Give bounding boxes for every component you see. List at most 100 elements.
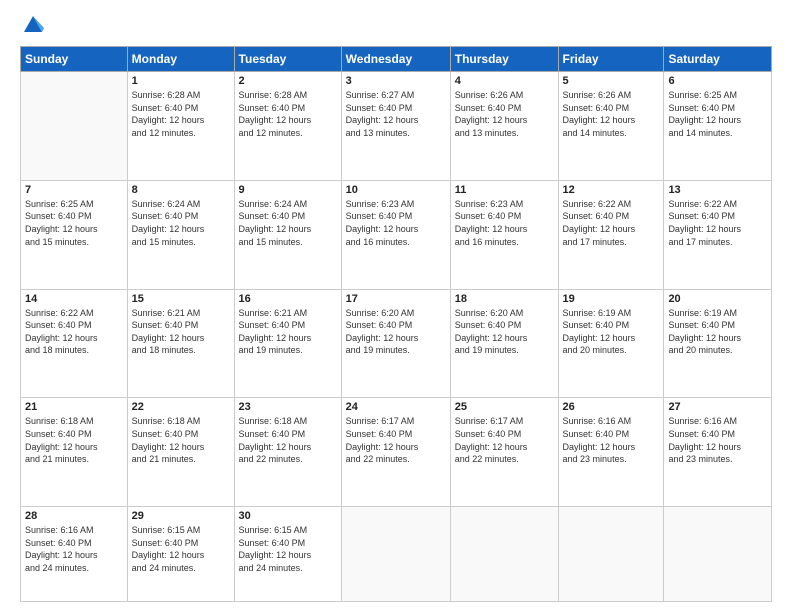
day-cell: 4 Sunrise: 6:26 AM Sunset: 6:40 PM Daylig… (450, 72, 558, 181)
day-info: Sunrise: 6:19 AM Sunset: 6:40 PM Dayligh… (563, 307, 660, 357)
day-info: Sunrise: 6:17 AM Sunset: 6:40 PM Dayligh… (346, 415, 446, 465)
day-cell (21, 72, 128, 181)
day-info: Sunrise: 6:15 AM Sunset: 6:40 PM Dayligh… (239, 524, 337, 574)
day-number: 20 (668, 293, 767, 305)
day-number: 11 (455, 184, 554, 196)
day-info: Sunrise: 6:15 AM Sunset: 6:40 PM Dayligh… (132, 524, 230, 574)
day-number: 16 (239, 293, 337, 305)
day-cell: 26 Sunrise: 6:16 AM Sunset: 6:40 PM Dayli… (558, 398, 664, 507)
day-info: Sunrise: 6:26 AM Sunset: 6:40 PM Dayligh… (563, 89, 660, 139)
day-cell: 18Sunrise: 6:20 AM Sunset: 6:40 PM Dayli… (450, 289, 558, 398)
day-cell: 23 Sunrise: 6:18 AM Sunset: 6:40 PM Dayli… (234, 398, 341, 507)
day-cell: 21Sunrise: 6:18 AM Sunset: 6:40 PM Dayli… (21, 398, 128, 507)
day-number: 28 (25, 510, 123, 522)
day-number: 17 (346, 293, 446, 305)
col-header-sunday: Sunday (21, 47, 128, 72)
day-info: Sunrise: 6:21 AM Sunset: 6:40 PM Dayligh… (239, 307, 337, 357)
day-number: 29 (132, 510, 230, 522)
day-cell: 5 Sunrise: 6:26 AM Sunset: 6:40 PM Daylig… (558, 72, 664, 181)
day-info: Sunrise: 6:25 AM Sunset: 6:40 PM Dayligh… (25, 198, 123, 248)
week-row-3: 14Sunrise: 6:22 AM Sunset: 6:40 PM Dayli… (21, 289, 772, 398)
day-cell: 1 Sunrise: 6:28 AM Sunset: 6:40 PM Daylig… (127, 72, 234, 181)
day-number: 9 (239, 184, 337, 196)
week-row-4: 21Sunrise: 6:18 AM Sunset: 6:40 PM Dayli… (21, 398, 772, 507)
day-number: 1 (132, 75, 230, 87)
day-cell: 8 Sunrise: 6:24 AM Sunset: 6:40 PM Daylig… (127, 180, 234, 289)
day-info: Sunrise: 6:22 AM Sunset: 6:40 PM Dayligh… (668, 198, 767, 248)
day-info: Sunrise: 6:23 AM Sunset: 6:40 PM Dayligh… (346, 198, 446, 248)
col-header-monday: Monday (127, 47, 234, 72)
day-number: 10 (346, 184, 446, 196)
day-cell: 28 Sunrise: 6:16 AM Sunset: 6:40 PM Dayli… (21, 507, 128, 602)
day-info: Sunrise: 6:18 AM Sunset: 6:40 PM Dayligh… (239, 415, 337, 465)
day-info: Sunrise: 6:16 AM Sunset: 6:40 PM Dayligh… (668, 415, 767, 465)
day-cell: 25 Sunrise: 6:17 AM Sunset: 6:40 PM Dayli… (450, 398, 558, 507)
col-header-saturday: Saturday (664, 47, 772, 72)
day-info: Sunrise: 6:26 AM Sunset: 6:40 PM Dayligh… (455, 89, 554, 139)
day-number: 23 (239, 401, 337, 413)
logo (20, 18, 44, 36)
day-cell: 9 Sunrise: 6:24 AM Sunset: 6:40 PM Daylig… (234, 180, 341, 289)
day-info: Sunrise: 6:22 AM Sunset: 6:40 PM Dayligh… (25, 307, 123, 357)
logo-icon (22, 14, 44, 36)
day-info: Sunrise: 6:23 AM Sunset: 6:40 PM Dayligh… (455, 198, 554, 248)
day-number: 26 (563, 401, 660, 413)
day-cell: 10 Sunrise: 6:23 AM Sunset: 6:40 PM Dayli… (341, 180, 450, 289)
day-info: Sunrise: 6:16 AM Sunset: 6:40 PM Dayligh… (25, 524, 123, 574)
day-info: Sunrise: 6:28 AM Sunset: 6:40 PM Dayligh… (239, 89, 337, 139)
week-row-2: 7 Sunrise: 6:25 AM Sunset: 6:40 PM Daylig… (21, 180, 772, 289)
day-cell: 29 Sunrise: 6:15 AM Sunset: 6:40 PM Dayli… (127, 507, 234, 602)
day-number: 12 (563, 184, 660, 196)
day-number: 7 (25, 184, 123, 196)
col-header-tuesday: Tuesday (234, 47, 341, 72)
day-info: Sunrise: 6:20 AM Sunset: 6:40 PM Dayligh… (346, 307, 446, 357)
day-info: Sunrise: 6:25 AM Sunset: 6:40 PM Dayligh… (668, 89, 767, 139)
page: SundayMondayTuesdayWednesdayThursdayFrid… (0, 0, 792, 612)
day-number: 25 (455, 401, 554, 413)
day-cell: 17 Sunrise: 6:20 AM Sunset: 6:40 PM Dayli… (341, 289, 450, 398)
header (20, 18, 772, 36)
day-info: Sunrise: 6:22 AM Sunset: 6:40 PM Dayligh… (563, 198, 660, 248)
day-info: Sunrise: 6:24 AM Sunset: 6:40 PM Dayligh… (239, 198, 337, 248)
day-number: 4 (455, 75, 554, 87)
day-cell: 15 Sunrise: 6:21 AM Sunset: 6:40 PM Dayli… (127, 289, 234, 398)
day-cell: 7 Sunrise: 6:25 AM Sunset: 6:40 PM Daylig… (21, 180, 128, 289)
day-info: Sunrise: 6:16 AM Sunset: 6:40 PM Dayligh… (563, 415, 660, 465)
day-cell: 24 Sunrise: 6:17 AM Sunset: 6:40 PM Dayli… (341, 398, 450, 507)
day-cell (558, 507, 664, 602)
day-cell: 20 Sunrise: 6:19 AM Sunset: 6:40 PM Dayli… (664, 289, 772, 398)
day-number: 22 (132, 401, 230, 413)
day-number: 5 (563, 75, 660, 87)
week-row-5: 28 Sunrise: 6:16 AM Sunset: 6:40 PM Dayli… (21, 507, 772, 602)
day-info: Sunrise: 6:27 AM Sunset: 6:40 PM Dayligh… (346, 89, 446, 139)
day-number: 15 (132, 293, 230, 305)
day-info: Sunrise: 6:28 AM Sunset: 6:40 PM Dayligh… (132, 89, 230, 139)
day-cell: 22Sunrise: 6:18 AM Sunset: 6:40 PM Dayli… (127, 398, 234, 507)
day-cell: 2Sunrise: 6:28 AM Sunset: 6:40 PM Daylig… (234, 72, 341, 181)
day-info: Sunrise: 6:19 AM Sunset: 6:40 PM Dayligh… (668, 307, 767, 357)
day-cell (664, 507, 772, 602)
day-info: Sunrise: 6:24 AM Sunset: 6:40 PM Dayligh… (132, 198, 230, 248)
calendar-table: SundayMondayTuesdayWednesdayThursdayFrid… (20, 46, 772, 602)
col-header-wednesday: Wednesday (341, 47, 450, 72)
day-number: 8 (132, 184, 230, 196)
day-number: 30 (239, 510, 337, 522)
day-info: Sunrise: 6:17 AM Sunset: 6:40 PM Dayligh… (455, 415, 554, 465)
day-cell: 12 Sunrise: 6:22 AM Sunset: 6:40 PM Dayli… (558, 180, 664, 289)
day-cell: 13 Sunrise: 6:22 AM Sunset: 6:40 PM Dayli… (664, 180, 772, 289)
day-number: 27 (668, 401, 767, 413)
header-row: SundayMondayTuesdayWednesdayThursdayFrid… (21, 47, 772, 72)
day-cell: 16 Sunrise: 6:21 AM Sunset: 6:40 PM Dayli… (234, 289, 341, 398)
day-number: 6 (668, 75, 767, 87)
day-number: 24 (346, 401, 446, 413)
day-number: 13 (668, 184, 767, 196)
day-cell (450, 507, 558, 602)
day-number: 19 (563, 293, 660, 305)
day-cell: 14Sunrise: 6:22 AM Sunset: 6:40 PM Dayli… (21, 289, 128, 398)
day-cell (341, 507, 450, 602)
day-cell: 30 Sunrise: 6:15 AM Sunset: 6:40 PM Dayli… (234, 507, 341, 602)
col-header-friday: Friday (558, 47, 664, 72)
day-info: Sunrise: 6:20 AM Sunset: 6:40 PM Dayligh… (455, 307, 554, 357)
week-row-1: 1 Sunrise: 6:28 AM Sunset: 6:40 PM Daylig… (21, 72, 772, 181)
day-info: Sunrise: 6:21 AM Sunset: 6:40 PM Dayligh… (132, 307, 230, 357)
